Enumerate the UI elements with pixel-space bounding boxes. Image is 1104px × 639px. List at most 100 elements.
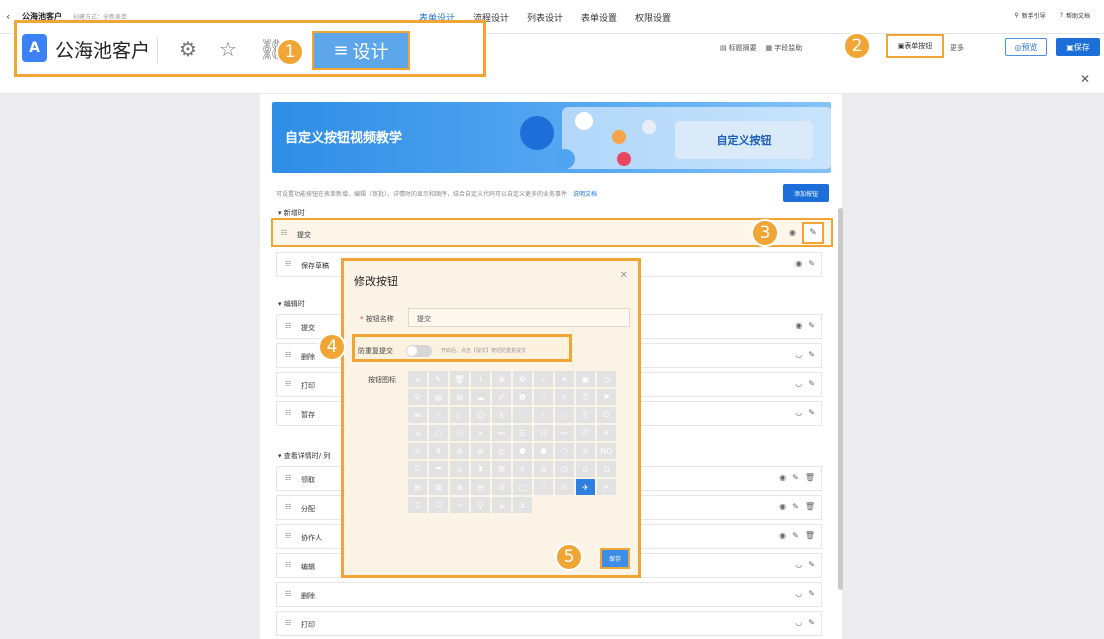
icon-option[interactable]: ⬚ <box>555 407 574 423</box>
icon-option[interactable]: ⎙ <box>576 389 595 405</box>
edit-icon[interactable]: ✎ <box>808 560 815 569</box>
drag-icon[interactable]: ☷ <box>285 503 291 511</box>
edit-icon[interactable]: ✎ <box>802 222 824 244</box>
icon-option[interactable]: ⊞ <box>408 479 427 495</box>
dialog-save-button[interactable]: 保存 <box>600 548 630 569</box>
icon-option[interactable]: ⚛ <box>513 461 532 477</box>
edit-icon[interactable]: ✎ <box>808 379 815 388</box>
icon-option[interactable]: ⏲ <box>597 407 616 423</box>
help-link[interactable]: ? 帮助文档 <box>1060 11 1090 20</box>
icon-option[interactable]: ⚉ <box>534 443 553 459</box>
icon-option[interactable]: ⊕ <box>492 371 511 387</box>
icon-option[interactable]: ⚆ <box>555 443 574 459</box>
icon-option[interactable]: ⚲ <box>471 497 490 513</box>
eye-icon[interactable]: ◉ <box>779 473 786 482</box>
icon-option[interactable]: ☝ <box>534 389 553 405</box>
list-item[interactable]: ☷ 提交 <box>271 218 833 247</box>
icon-option[interactable]: ⎚ <box>576 425 595 441</box>
drag-icon[interactable]: ☷ <box>285 380 291 388</box>
icon-option[interactable]: ⚙ <box>513 371 532 387</box>
trash-icon[interactable]: 🗑 <box>805 502 815 511</box>
icon-option[interactable]: ▣ <box>576 371 595 387</box>
drag-icon[interactable]: ☷ <box>285 474 291 482</box>
icon-option[interactable]: ⊛ <box>471 443 490 459</box>
drag-icon[interactable]: ☷ <box>285 322 291 330</box>
eye-off-icon[interactable]: ◡ <box>795 408 802 417</box>
icon-option[interactable]: ▤ <box>429 389 448 405</box>
tab-permission-settings[interactable]: 权限设置 <box>626 11 680 24</box>
add-button[interactable]: 添加按钮 <box>783 184 829 202</box>
edit-icon[interactable]: ✎ <box>808 618 815 627</box>
star-icon[interactable]: ☆ <box>219 37 237 61</box>
icon-option[interactable]: ✈ <box>576 479 595 495</box>
icon-option[interactable]: ⊖ <box>471 479 490 495</box>
icon-option[interactable]: ⚶ <box>492 497 511 513</box>
icon-option[interactable]: + <box>408 371 427 387</box>
eye-icon[interactable]: ◉ <box>779 531 786 540</box>
drag-icon[interactable]: ☷ <box>285 260 291 268</box>
edit-icon[interactable]: ✎ <box>808 321 815 330</box>
icon-option[interactable]: ⊘ <box>450 443 469 459</box>
icon-option[interactable]: ☖ <box>429 425 448 441</box>
icon-option[interactable]: ♙ <box>492 407 511 423</box>
eye-off-icon[interactable]: ◡ <box>795 589 802 598</box>
icon-option[interactable]: ⚈ <box>513 443 532 459</box>
drag-icon[interactable]: ☷ <box>285 532 291 540</box>
gear-icon[interactable]: ⚙ <box>179 37 197 61</box>
edit-icon[interactable]: ✎ <box>808 350 815 359</box>
design-button[interactable]: ≡ 设计 <box>312 31 410 70</box>
form-buttons-button[interactable]: ▣ 表单按钮 <box>886 34 944 58</box>
icon-option[interactable]: ⊟ <box>450 389 469 405</box>
icon-option[interactable]: ⎕ <box>408 461 427 477</box>
close-icon[interactable]: ✕ <box>1080 72 1090 86</box>
drag-icon[interactable]: ☷ <box>285 351 291 359</box>
icon-option[interactable]: ♖ <box>408 497 427 513</box>
edit-icon[interactable]: ✎ <box>808 408 815 417</box>
icon-option[interactable]: ☰ <box>513 425 532 441</box>
doc-link[interactable]: 说明文档 <box>573 191 597 198</box>
eye-off-icon[interactable]: ◡ <box>795 560 802 569</box>
field-assist-button[interactable]: ▦ 字段监助 <box>766 43 803 53</box>
icon-option[interactable]: ⌬ <box>555 461 574 477</box>
icon-option[interactable]: ⊙ <box>576 461 595 477</box>
icon-option[interactable]: ✂ <box>597 479 616 495</box>
icon-option[interactable]: ⚹ <box>471 425 490 441</box>
list-item[interactable]: ☷ 删除 ◡ ✎ <box>276 582 822 607</box>
eye-icon[interactable]: ◉ <box>795 259 802 268</box>
icon-option[interactable]: ☷ <box>534 425 553 441</box>
icon-option[interactable]: ⧗ <box>471 461 490 477</box>
icon-option[interactable]: ☁ <box>471 389 490 405</box>
button-name-input[interactable]: 提交 <box>408 308 630 327</box>
icon-option[interactable]: ⎍ <box>534 479 553 495</box>
eye-icon[interactable]: ◉ <box>795 321 802 330</box>
edit-icon[interactable]: ✎ <box>792 502 799 511</box>
tutorial-banner[interactable]: 自定义按钮视频教学 自定义按钮 <box>272 102 831 173</box>
icon-option[interactable]: ⚇ <box>450 425 469 441</box>
list-item[interactable]: ☷ 打印 ◡ ✎ <box>276 611 822 636</box>
edit-icon[interactable]: ✎ <box>792 473 799 482</box>
icon-option[interactable]: ☼ <box>408 443 427 459</box>
panel-scrollbar[interactable] <box>838 208 843 590</box>
icon-option[interactable]: ✕ <box>555 371 574 387</box>
title-summary-button[interactable]: ▤ 标题摘要 <box>720 43 757 53</box>
trash-icon[interactable]: 🗑 <box>805 473 815 482</box>
icon-option[interactable]: ⚘ <box>597 425 616 441</box>
icon-option[interactable]: ☂ <box>429 461 448 477</box>
icon-option[interactable]: ☺ <box>471 407 490 423</box>
eye-icon[interactable]: ◉ <box>779 502 786 511</box>
eye-icon[interactable]: ◉ <box>789 228 796 237</box>
prevent-duplicate-toggle[interactable] <box>406 345 432 357</box>
edit-icon[interactable]: ✎ <box>808 259 815 268</box>
icon-option[interactable]: ⚡ <box>555 389 574 405</box>
tab-form-settings[interactable]: 表单设置 <box>572 11 626 24</box>
icon-option[interactable]: ✎ <box>429 371 448 387</box>
icon-option[interactable]: ▷ <box>450 407 469 423</box>
icon-option[interactable]: ⚱ <box>429 443 448 459</box>
edit-icon[interactable]: ✎ <box>808 589 815 598</box>
edit-icon[interactable]: ✎ <box>792 531 799 540</box>
save-button[interactable]: ▣ 保存 <box>1056 38 1100 56</box>
icon-option[interactable]: ⚯ <box>492 425 511 441</box>
icon-option[interactable]: ▢ <box>513 479 532 495</box>
icon-option[interactable]: ⚐ <box>429 407 448 423</box>
icon-option[interactable]: ⚓ <box>513 497 532 513</box>
